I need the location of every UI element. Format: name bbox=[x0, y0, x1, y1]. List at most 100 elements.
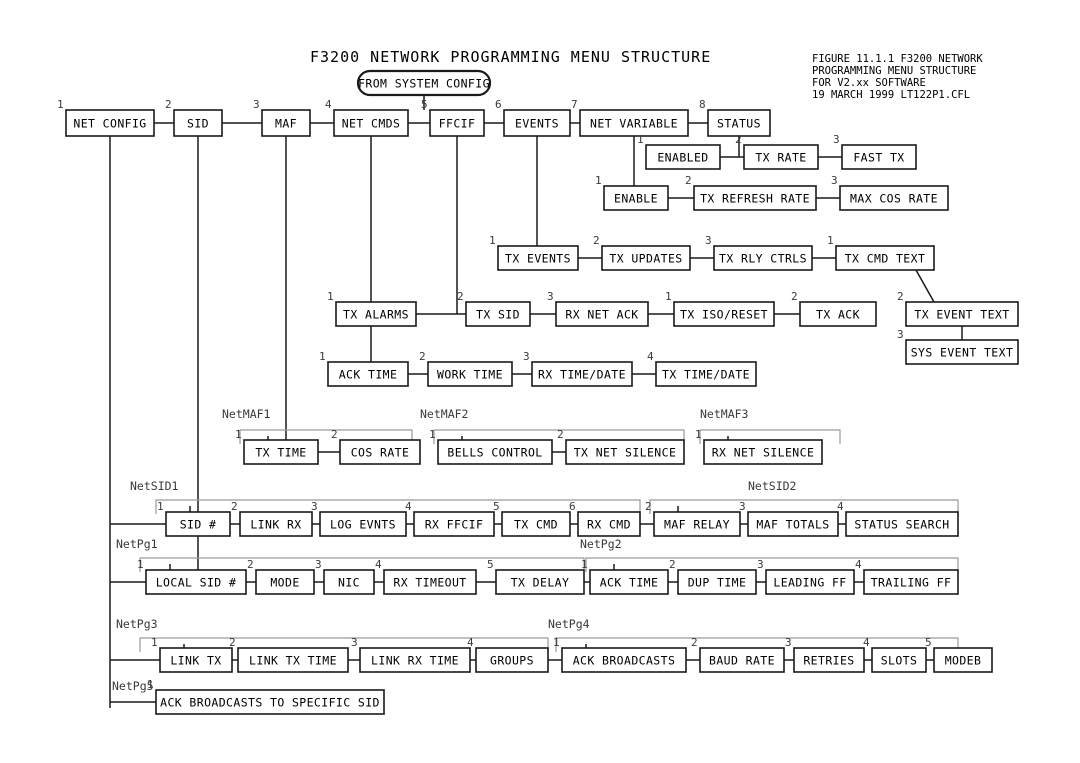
node-label: TX DELAY bbox=[511, 576, 570, 590]
node-index: 3 bbox=[831, 174, 838, 187]
node-index: 2 bbox=[331, 428, 338, 441]
node-label: SID # bbox=[180, 518, 217, 532]
node-label: STATUS SEARCH bbox=[854, 518, 949, 532]
node-label: TX RATE bbox=[755, 151, 806, 165]
group-label-netpg2: NetPg2 bbox=[580, 537, 622, 551]
node-label: TX ISO/RESET bbox=[680, 308, 768, 322]
node-label: STATUS bbox=[717, 117, 761, 131]
node-index: 3 bbox=[351, 636, 358, 649]
node-label: MAF TOTALS bbox=[756, 518, 829, 532]
node-label: WORK TIME bbox=[437, 368, 503, 382]
node-label: MAX COS RATE bbox=[850, 192, 938, 206]
node-label: TX RLY CTRLS bbox=[719, 252, 807, 266]
node-index: 5 bbox=[421, 98, 428, 111]
node-index: 4 bbox=[375, 558, 382, 571]
node-index: 1 bbox=[581, 558, 588, 571]
node-label: RX NET SILENCE bbox=[712, 446, 815, 460]
node-index: 2 bbox=[557, 428, 564, 441]
node-label: TX CMD TEXT bbox=[845, 252, 926, 266]
node-index: 1 bbox=[429, 428, 436, 441]
node-label: RX CMD bbox=[587, 518, 631, 532]
node-index: 6 bbox=[495, 98, 502, 111]
group-label-netsid1: NetSID1 bbox=[130, 479, 179, 493]
page-title: F3200 NETWORK PROGRAMMING MENU STRUCTURE bbox=[310, 48, 711, 66]
node-label: TX REFRESH RATE bbox=[700, 192, 810, 206]
node-label: TX ALARMS bbox=[343, 308, 409, 322]
group-label-netpg4: NetPg4 bbox=[548, 617, 590, 631]
node-index: 4 bbox=[405, 500, 412, 513]
node-index: 2 bbox=[685, 174, 692, 187]
node-label: ENABLED bbox=[657, 151, 708, 165]
node-label: LINK TX TIME bbox=[249, 654, 337, 668]
node-label: RX TIMEOUT bbox=[393, 576, 466, 590]
node-label: FFCIF bbox=[439, 117, 476, 131]
node-label: ACK TIME bbox=[339, 368, 398, 382]
diagram-canvas: F3200 NETWORK PROGRAMMING MENU STRUCTURE… bbox=[0, 0, 1080, 763]
node-index: 4 bbox=[647, 350, 654, 363]
node-label: LINK RX bbox=[250, 518, 301, 532]
node-label: COS RATE bbox=[351, 446, 410, 460]
node-index: 4 bbox=[863, 636, 870, 649]
node-label: EVENTS bbox=[515, 117, 559, 131]
node-index: 1 bbox=[665, 290, 672, 303]
node-index: 3 bbox=[833, 133, 840, 146]
node-label: ACK BROADCASTS TO SPECIFIC SID bbox=[160, 696, 380, 710]
node-index: 4 bbox=[325, 98, 332, 111]
node-label: TX ACK bbox=[816, 308, 860, 322]
node-label: TX CMD bbox=[514, 518, 558, 532]
node-index: 2 bbox=[457, 290, 464, 303]
node-index: 2 bbox=[165, 98, 172, 111]
node-index: 7 bbox=[571, 98, 578, 111]
node-label: FAST TX bbox=[853, 151, 904, 165]
node-label: RX TIME/DATE bbox=[538, 368, 626, 382]
node-index: 2 bbox=[669, 558, 676, 571]
node-index: 8 bbox=[699, 98, 706, 111]
node-index: 2 bbox=[645, 500, 652, 513]
node-index: 5 bbox=[487, 558, 494, 571]
caption-line-4: 19 MARCH 1999 LT122P1.CFL bbox=[812, 89, 970, 101]
group-label-netmaf2: NetMAF2 bbox=[420, 407, 468, 421]
node-label: TX NET SILENCE bbox=[574, 446, 677, 460]
node-label: NIC bbox=[338, 576, 360, 590]
node-label: GROUPS bbox=[490, 654, 534, 668]
node-index: 1 bbox=[151, 636, 158, 649]
node-index: 1 bbox=[327, 290, 334, 303]
node-index: 3 bbox=[523, 350, 530, 363]
node-index: 2 bbox=[419, 350, 426, 363]
node-index: 3 bbox=[757, 558, 764, 571]
group-label-netsid2: NetSID2 bbox=[748, 479, 796, 493]
node-label: NET VARIABLE bbox=[590, 117, 678, 131]
node-index: 4 bbox=[467, 636, 474, 649]
node-index: 3 bbox=[253, 98, 260, 111]
node-label: BAUD RATE bbox=[709, 654, 775, 668]
node-label: RETRIES bbox=[803, 654, 854, 668]
node-index: 2 bbox=[247, 558, 254, 571]
node-label: MODEB bbox=[945, 654, 982, 668]
entry-node-label: FROM SYSTEM CONFIG bbox=[358, 77, 490, 91]
node-label: TX EVENTS bbox=[505, 252, 571, 266]
node-label: LOG EVNTS bbox=[330, 518, 396, 532]
node-label: TX TIME/DATE bbox=[662, 368, 750, 382]
node-index: 1 bbox=[695, 428, 702, 441]
node-label: TX TIME bbox=[255, 446, 306, 460]
node-label: RX NET ACK bbox=[565, 308, 638, 322]
node-index: 6 bbox=[569, 500, 576, 513]
node-label: RX FFCIF bbox=[425, 518, 484, 532]
group-label-netpg1: NetPg1 bbox=[116, 537, 158, 551]
group-label-netmaf3: NetMAF3 bbox=[700, 407, 749, 421]
node-index: 3 bbox=[311, 500, 318, 513]
node-index: 1 bbox=[235, 428, 242, 441]
node-label: SID bbox=[187, 117, 209, 131]
node-index: 4 bbox=[855, 558, 862, 571]
node-label: NET CMDS bbox=[342, 117, 401, 131]
node-index: 2 bbox=[897, 290, 904, 303]
node-label: MODE bbox=[270, 576, 299, 590]
node-label: LINK TX bbox=[170, 654, 221, 668]
node-label: TX EVENT TEXT bbox=[914, 308, 1009, 322]
node-index: 3 bbox=[315, 558, 322, 571]
node-label: TRAILING FF bbox=[871, 576, 952, 590]
node-label: LOCAL SID # bbox=[156, 576, 237, 590]
node-label: SYS EVENT TEXT bbox=[911, 346, 1014, 360]
node-index: 1 bbox=[57, 98, 64, 111]
node-index: 2 bbox=[791, 290, 798, 303]
